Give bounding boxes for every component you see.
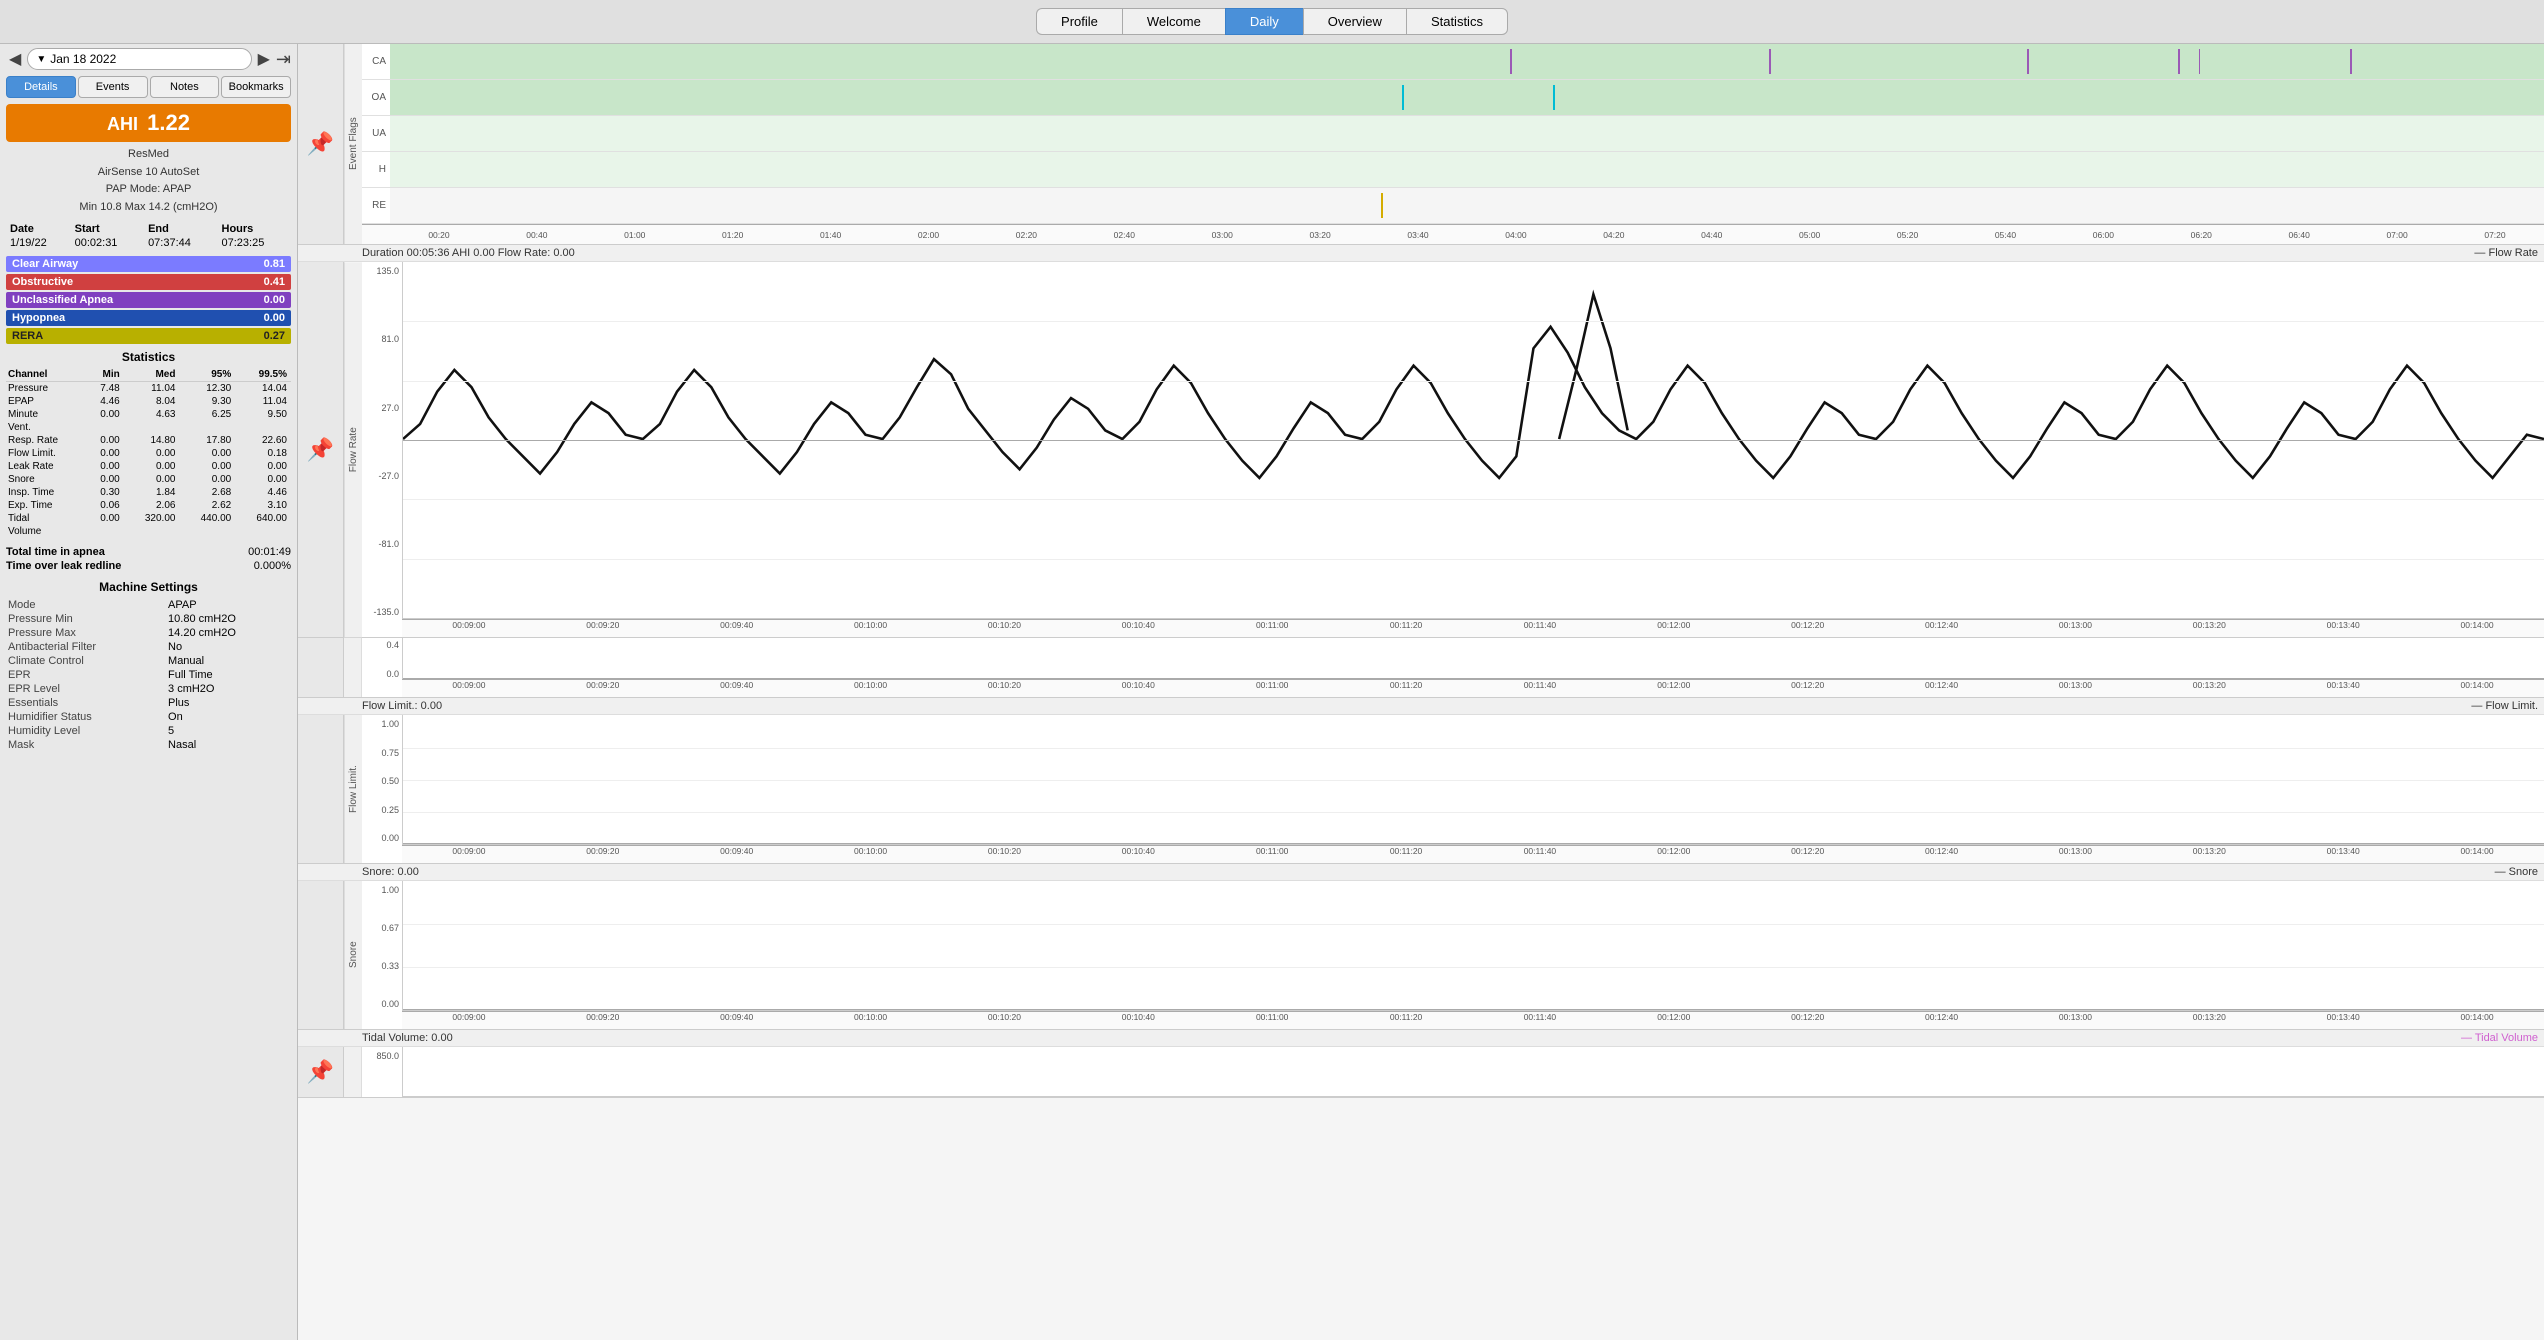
summary-table: Date Start End Hours 1/19/22 00:02:31 07… [6, 222, 291, 250]
next-date-btn[interactable]: ▶ [255, 49, 273, 69]
leak-label: Time over leak redline [6, 560, 121, 572]
tab-events[interactable]: Events [78, 76, 148, 98]
event-clear-airway: Clear Airway 0.81 [6, 256, 291, 272]
nav-profile[interactable]: Profile [1036, 8, 1122, 35]
stat-row-exp: Exp. Time 0.06 2.06 2.62 3.10 [6, 499, 291, 512]
stat-row-minute: Minute 0.00 4.63 6.25 9.50 [6, 408, 291, 421]
nav-overview[interactable]: Overview [1303, 8, 1406, 35]
flow-rate-plot [402, 262, 2544, 619]
machine-row-pmin: Pressure Min 10.80 cmH2O [6, 612, 291, 626]
snore-title: Snore: 0.00 [362, 866, 419, 878]
tidal-volume-section: Tidal Volume: 0.00 — Tidal Volume 📌 850.… [298, 1030, 2544, 1098]
machine-row-mode: Mode APAP [6, 598, 291, 612]
tab-bookmarks[interactable]: Bookmarks [221, 76, 291, 98]
stat-row-vent: Vent. [6, 421, 291, 434]
machine-row-eprlevel: EPR Level 3 cmH2O [6, 682, 291, 696]
ahi-label: AHI [107, 114, 138, 134]
ef-label-ca: CA [362, 56, 390, 67]
stat-row-leak: Leak Rate 0.00 0.00 0.00 0.00 [6, 460, 291, 473]
selected-date: Jan 18 2022 [50, 52, 116, 66]
stat-row-resp: Resp. Rate 0.00 14.80 17.80 22.60 [6, 434, 291, 447]
machine-settings-table: Mode APAP Pressure Min 10.80 cmH2O Press… [6, 598, 291, 752]
totals-section: Total time in apnea 00:01:49 Time over l… [6, 546, 291, 572]
flow-limit-legend: — Flow Limit. [2471, 700, 2538, 712]
machine-row-antibac: Antibacterial Filter No [6, 640, 291, 654]
tidal-volume-legend: — Tidal Volume [2461, 1032, 2538, 1044]
event-flags-section: 📌 Event Flags CA [298, 44, 2544, 245]
event-obstructive: Obstructive 0.41 [6, 274, 291, 290]
ahi-value: 1.22 [147, 110, 190, 135]
ef-bar-ca [390, 44, 2544, 79]
total-apnea-label: Total time in apnea [6, 546, 105, 558]
leak-value: 0.000% [254, 560, 291, 572]
event-unclassified: Unclassified Apnea 0.00 [6, 292, 291, 308]
stat-row-snore: Snore 0.00 0.00 0.00 0.00 [6, 473, 291, 486]
ef-bar-ua [390, 116, 2544, 151]
ef-bar-re [390, 188, 2544, 223]
nav-welcome[interactable]: Welcome [1122, 8, 1225, 35]
flow-rate-title: Duration 00:05:36 AHI 0.00 Flow Rate: 0.… [362, 247, 575, 259]
tidal-volume-title: Tidal Volume: 0.00 [362, 1032, 453, 1044]
ef-label-h: H [362, 164, 390, 175]
flow-limit-plot [402, 715, 2544, 845]
device-info: ResMed AirSense 10 AutoSet PAP Mode: APA… [6, 146, 291, 216]
ef-label-ua: UA [362, 128, 390, 139]
stat-row-insp: Insp. Time 0.30 1.84 2.68 4.46 [6, 486, 291, 499]
tab-notes[interactable]: Notes [150, 76, 220, 98]
event-hypopnea: Hypopnea 0.00 [6, 310, 291, 326]
ef-bar-h [390, 152, 2544, 187]
stat-row-epap: EPAP 4.46 8.04 9.30 11.04 [6, 395, 291, 408]
stat-row-tidal: Tidal 0.00 320.00 440.00 640.00 [6, 512, 291, 525]
total-apnea-value: 00:01:49 [248, 546, 291, 558]
ahi-badge: AHI 1.22 [6, 104, 291, 142]
left-tabs: Details Events Notes Bookmarks [6, 76, 291, 98]
snore-legend: — Snore [2495, 866, 2538, 878]
stat-row-flow-limit: Flow Limit. 0.00 0.00 0.00 0.18 [6, 447, 291, 460]
flow-rate-legend: — Flow Rate [2474, 247, 2538, 259]
machine-row-essentials: Essentials Plus [6, 696, 291, 710]
event-rera: RERA 0.27 [6, 328, 291, 344]
stats-table: Channel Min Med 95% 99.5% Pressure 7.48 … [6, 368, 291, 538]
snore-side-label: Snore [344, 881, 362, 1029]
event-flags-side-label: Event Flags [344, 44, 362, 244]
flow-rate-side-label: Flow Rate [344, 262, 362, 637]
tidal-volume-pushpin: 📌 [307, 1059, 334, 1085]
ef-bar-oa [390, 80, 2544, 115]
flow-limit-side-label: Flow Limit. [344, 715, 362, 863]
stat-row-volume: Volume [6, 525, 291, 538]
snore-section: Snore: 0.00 — Snore Snore 1.00 0.67 0.33… [298, 864, 2544, 1030]
prev-date-btn[interactable]: ◀ [6, 49, 24, 69]
event-flags-pushpin-area: 📌 [298, 44, 344, 244]
jump-btn[interactable]: ⇥ [276, 49, 291, 70]
stat-row-pressure: Pressure 7.48 11.04 12.30 14.04 [6, 382, 291, 396]
date-dropdown-arrow: ▼ [36, 54, 46, 65]
nav-daily[interactable]: Daily [1225, 8, 1303, 35]
tidal-volume-plot [402, 1047, 2544, 1097]
ef-label-oa: OA [362, 92, 390, 103]
flow-limit-title: Flow Limit.: 0.00 [362, 700, 442, 712]
machine-row-pmax: Pressure Max 14.20 cmH2O [6, 626, 291, 640]
flow-rate-pushpin: 📌 [307, 437, 334, 463]
pushpin-icon: 📌 [307, 131, 334, 157]
flow-limit-section: Flow Limit.: 0.00 — Flow Limit. Flow Lim… [298, 698, 2544, 864]
nav-statistics[interactable]: Statistics [1406, 8, 1508, 35]
mini-chart-section: 0.4 0.0 00:09:00 00:09:20 00:09:40 00:10… [298, 638, 2544, 698]
tab-details[interactable]: Details [6, 76, 76, 98]
stats-header: Statistics [6, 350, 291, 364]
machine-header: Machine Settings [6, 580, 291, 594]
snore-plot [402, 881, 2544, 1011]
machine-row-humidstatus: Humidifier Status On [6, 710, 291, 724]
machine-row-climate: Climate Control Manual [6, 654, 291, 668]
date-navigation: ◀ ▼ Jan 18 2022 ▶ ⇥ [6, 48, 291, 70]
machine-row-humidlevel: Humidity Level 5 [6, 724, 291, 738]
flow-rate-section: Duration 00:05:36 AHI 0.00 Flow Rate: 0.… [298, 245, 2544, 638]
ef-label-re: RE [362, 200, 390, 211]
machine-row-epr: EPR Full Time [6, 668, 291, 682]
machine-row-mask: Mask Nasal [6, 738, 291, 752]
